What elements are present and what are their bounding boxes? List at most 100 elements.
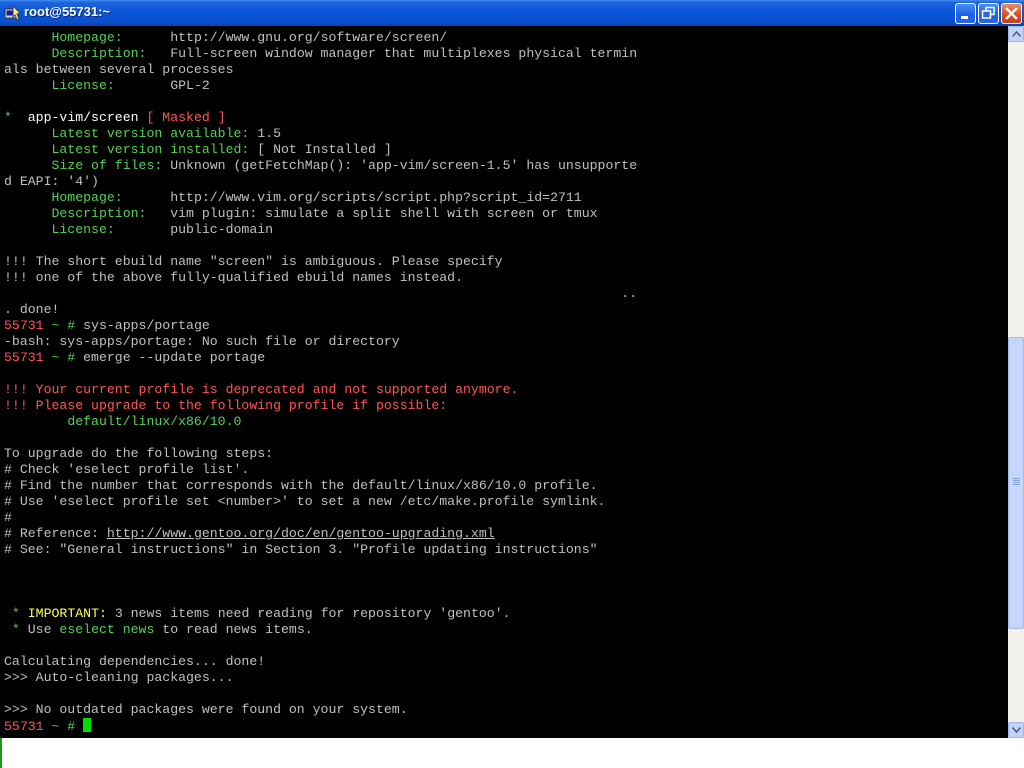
terminal-text: emerge --update portage — [75, 350, 266, 365]
terminal-text: # Use 'eselect profile set <number>' to … — [4, 494, 606, 509]
terminal-text: Homepage: — [51, 30, 123, 45]
terminal-line: d EAPI: '4') — [4, 174, 637, 190]
terminal-line: >>> No outdated packages were found on y… — [4, 702, 637, 718]
terminal-line: -bash: sys-apps/portage: No such file or… — [4, 334, 637, 350]
terminal-line: Size of files: Unknown (getFetchMap(): '… — [4, 158, 637, 174]
terminal-line: !!! Your current profile is deprecated a… — [4, 382, 637, 398]
terminal-text: >>> No outdated packages were found on y… — [4, 702, 408, 717]
terminal-line: License: public-domain — [4, 222, 637, 238]
terminal-line: License: GPL-2 — [4, 78, 637, 94]
terminal-line: 55731 ~ # — [4, 718, 637, 734]
terminal-text: 55731 — [4, 350, 52, 365]
terminal-text: * — [11, 606, 20, 621]
terminal-text: * — [4, 110, 12, 125]
terminal-screen[interactable]: Homepage: http://www.gnu.org/software/sc… — [0, 26, 1008, 738]
terminal-line: * IMPORTANT: 3 news items need reading f… — [4, 606, 637, 622]
terminal-text: http://www.gentoo.org/doc/en/gentoo-upgr… — [106, 526, 495, 541]
terminal-line: 55731 ~ # emerge --update portage — [4, 350, 637, 366]
terminal-text: Use — [19, 622, 60, 637]
terminal-line: Homepage: http://www.gnu.org/software/sc… — [4, 30, 637, 46]
terminal-line: default/linux/x86/10.0 — [4, 414, 637, 430]
terminal-text: # Find the number that corresponds with … — [4, 478, 598, 493]
terminal-line: Latest version available: 1.5 — [4, 126, 637, 142]
terminal-text: 3 news items need reading for repository… — [106, 606, 511, 621]
terminal-line: als between several processes — [4, 62, 637, 78]
terminal-text: Latest version installed: — [51, 142, 250, 157]
scroll-up-button[interactable] — [1008, 26, 1024, 42]
restore-icon — [981, 6, 995, 19]
terminal-line: # Use 'eselect profile set <number>' to … — [4, 494, 637, 510]
terminal-text: License: — [51, 222, 115, 237]
scrollbar-thumb[interactable] — [1008, 336, 1024, 629]
terminal-line: # See: "General instructions" in Section… — [4, 542, 637, 558]
terminal-line: >>> Auto-cleaning packages... — [4, 670, 637, 686]
close-button[interactable] — [1001, 3, 1022, 24]
arrow-up-icon — [1012, 31, 1021, 37]
desktop-area — [0, 738, 1024, 768]
minimize-button[interactable] — [955, 3, 976, 24]
terminal-line: !!! one of the above fully-qualified ebu… — [4, 270, 637, 286]
terminal-text: IMPORTANT: — [27, 606, 107, 621]
terminal-text: eselect news — [59, 622, 155, 637]
terminal-text: License: — [51, 78, 115, 93]
terminal-text: .. — [4, 286, 638, 301]
terminal-text: Latest version available: — [51, 126, 250, 141]
restore-button[interactable] — [978, 3, 999, 24]
terminal-output: Homepage: http://www.gnu.org/software/sc… — [4, 30, 637, 734]
terminal-line: 55731 ~ # sys-apps/portage — [4, 318, 637, 334]
terminal-line: To upgrade do the following steps: — [4, 446, 637, 462]
terminal-text: # See: "General instructions" in Section… — [4, 542, 598, 557]
terminal-line: * app-vim/screen [ Masked ] — [4, 110, 637, 126]
terminal-text: !!! The short ebuild name "screen" is am… — [4, 254, 503, 269]
terminal-text: # Reference: — [4, 526, 107, 541]
terminal-line: * Use eselect news to read news items. — [4, 622, 637, 638]
terminal-line: Description: Full-screen window manager … — [4, 46, 637, 62]
terminal-text: Full-screen window manager that multiple… — [146, 46, 638, 61]
terminal-text: [ Masked ] — [138, 110, 226, 125]
terminal-text: ~ # — [51, 350, 76, 365]
window-edge — [0, 738, 2, 768]
terminal-line: Latest version installed: [ Not Installe… — [4, 142, 637, 158]
terminal-text: Size of files: — [51, 158, 163, 173]
terminal-text: # — [4, 510, 12, 525]
close-icon — [1005, 7, 1018, 20]
scroll-down-button[interactable] — [1008, 722, 1024, 738]
terminal-text: to read news items. — [154, 622, 313, 637]
window-title: root@55731:~ — [24, 4, 111, 19]
terminal-text: [ Not Installed ] — [249, 142, 392, 157]
terminal-text: d EAPI: '4') — [4, 174, 99, 189]
terminal-text: # Check 'eselect profile list'. — [4, 462, 250, 477]
terminal-text: GPL-2 — [114, 78, 210, 93]
terminal-text: ~ # — [51, 719, 76, 734]
putty-icon[interactable] — [4, 4, 22, 22]
terminal-text: 55731 — [4, 719, 52, 734]
terminal-line: Description: vim plugin: simulate a spli… — [4, 206, 637, 222]
terminal-text: !!! Your current profile is deprecated a… — [4, 382, 519, 397]
terminal-text: default/linux/x86/10.0 — [67, 414, 242, 429]
terminal-text: sys-apps/portage — [75, 318, 210, 333]
arrow-down-icon — [1012, 727, 1021, 733]
terminal-text: . done! — [4, 302, 60, 317]
title-bar[interactable]: root@55731:~ — [0, 0, 1024, 26]
terminal-line: Homepage: http://www.vim.org/scripts/scr… — [4, 190, 637, 206]
terminal-text: 55731 — [4, 318, 52, 333]
vertical-scrollbar[interactable] — [1008, 26, 1024, 738]
